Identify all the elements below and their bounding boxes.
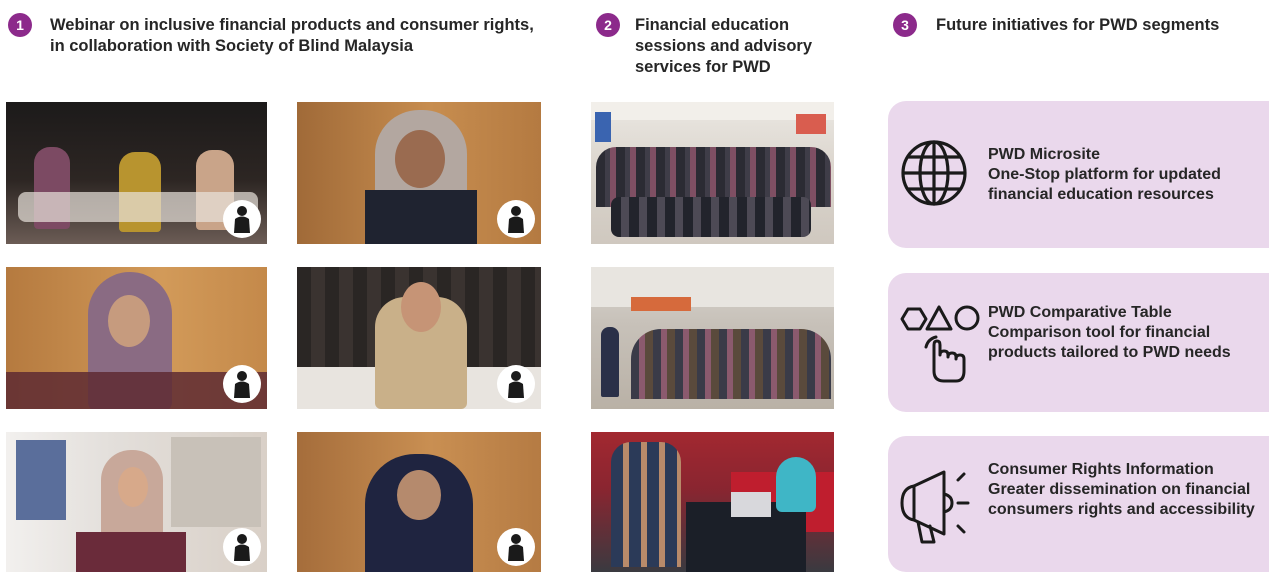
sign-language-icon: [223, 200, 261, 238]
initiative-description: One-Stop platform for updated financial …: [988, 166, 1221, 203]
section-2-heading: Financial education sessions and advisor…: [635, 16, 812, 76]
webinar-photo-speaker-3: [297, 267, 541, 409]
sign-language-icon: [497, 365, 535, 403]
initiative-title: PWD Microsite: [988, 146, 1101, 163]
webinar-photo-speaker-2: [6, 267, 267, 409]
initiative-card-comparative-table: PWD Comparative Table Comparison tool fo…: [888, 273, 1269, 412]
initiative-description: Greater dissemination on financial consu…: [988, 481, 1255, 518]
sign-language-icon: [497, 200, 535, 238]
webinar-photo-panel: [6, 102, 267, 244]
initiative-description: Comparison tool for financial products t…: [988, 324, 1231, 361]
webinar-photo-speaker-4: [6, 432, 267, 572]
shapes-hand-icon: [900, 305, 980, 383]
initiative-card-consumer-rights: Consumer Rights Information Greater diss…: [888, 436, 1269, 572]
education-session-photo-audience: [591, 267, 834, 409]
education-session-photo-advisory: [591, 432, 834, 572]
section-3-heading: Future initiatives for PWD segments: [936, 16, 1220, 34]
megaphone-icon: [900, 470, 970, 544]
section-1-badge: 1: [8, 13, 32, 37]
sign-language-icon: [497, 528, 535, 566]
sign-language-icon: [223, 528, 261, 566]
initiative-card-microsite: PWD Microsite One-Stop platform for upda…: [888, 101, 1269, 248]
webinar-photo-speaker-1: [297, 102, 541, 244]
initiative-title: PWD Comparative Table: [988, 304, 1172, 321]
initiative-title: Consumer Rights Information: [988, 461, 1214, 478]
section-1-heading: Webinar on inclusive financial products …: [50, 16, 534, 55]
sign-language-icon: [223, 365, 261, 403]
education-session-photo-group: [591, 102, 834, 244]
section-3-badge: 3: [893, 13, 917, 37]
webinar-photo-speaker-5: [297, 432, 541, 572]
section-2-badge: 2: [596, 13, 620, 37]
globe-icon: [901, 140, 967, 206]
